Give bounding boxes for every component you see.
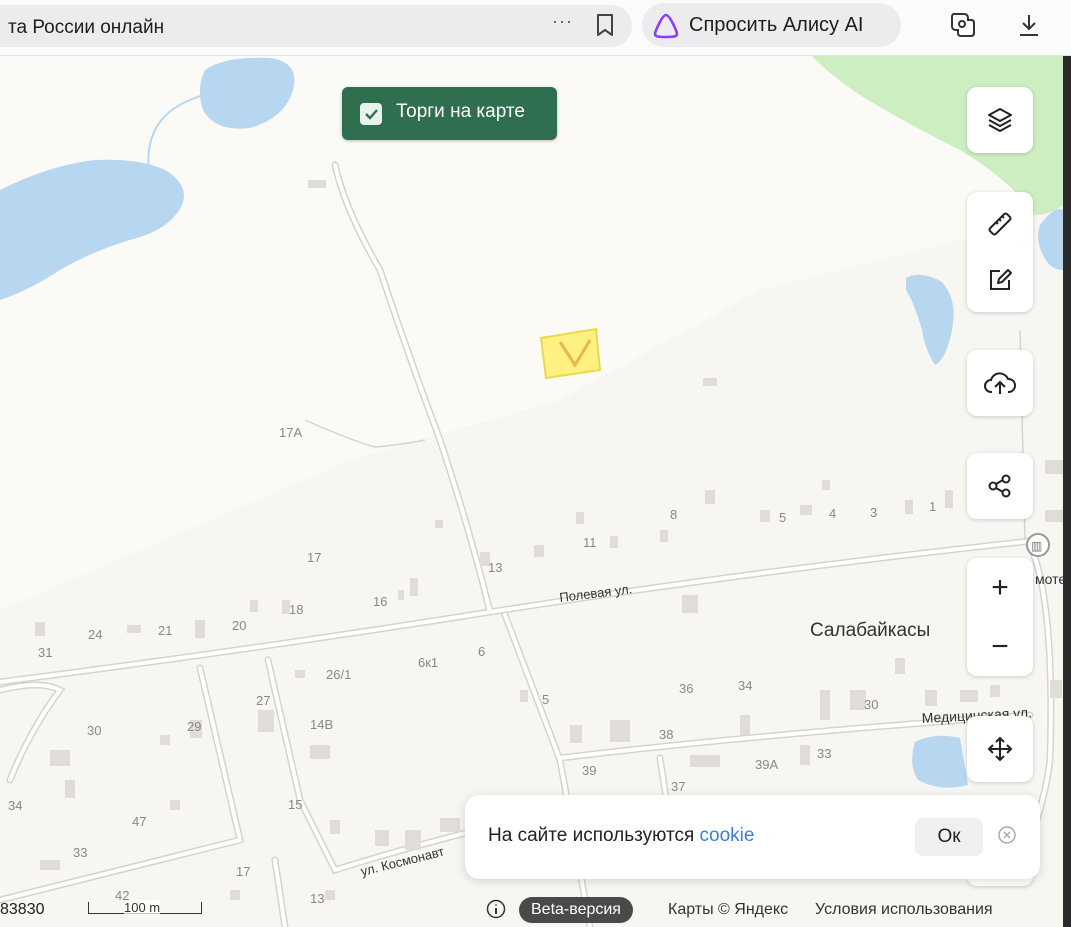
move-control bbox=[967, 716, 1033, 782]
edit-icon bbox=[990, 269, 1012, 290]
house-number: 37 bbox=[671, 779, 685, 794]
cookie-link[interactable]: cookie bbox=[700, 825, 755, 846]
house-number: 39А bbox=[755, 757, 778, 772]
cookie-text-main: На сайте используются bbox=[488, 825, 695, 846]
svg-text:▥: ▥ bbox=[1031, 539, 1042, 553]
house-number: 33 bbox=[73, 845, 87, 860]
scale-label: 100 m bbox=[124, 900, 161, 915]
pond-bottom-right bbox=[912, 735, 968, 788]
torgi-toggle[interactable]: Торги на карте bbox=[342, 87, 557, 140]
extension-icon[interactable] bbox=[948, 10, 978, 40]
upload-button[interactable] bbox=[967, 350, 1033, 416]
move-arrows-icon bbox=[987, 736, 1013, 762]
house-number: 4 bbox=[829, 506, 836, 521]
highlighted-parcel[interactable] bbox=[539, 327, 602, 380]
layers-icon bbox=[988, 108, 1012, 132]
download-icon[interactable] bbox=[1017, 12, 1041, 38]
share-control bbox=[967, 453, 1033, 519]
cookie-text: На сайте используются cookie bbox=[488, 825, 754, 847]
house-number: 3 bbox=[870, 505, 877, 520]
house-number: 6к1 bbox=[418, 655, 438, 670]
ruler-button[interactable] bbox=[967, 196, 1033, 252]
ruler-icon bbox=[988, 212, 1012, 236]
cookie-ok-button[interactable]: Ок bbox=[915, 818, 983, 856]
cloud-upload-icon bbox=[984, 372, 1016, 394]
share-icon bbox=[988, 474, 1011, 498]
edit-button[interactable] bbox=[967, 252, 1033, 308]
house-number: 20 bbox=[232, 618, 246, 633]
house-number: 17 bbox=[307, 550, 321, 565]
house-number: 27 bbox=[256, 693, 270, 708]
house-number: 33 bbox=[817, 746, 831, 761]
house-number: 1 bbox=[929, 499, 936, 514]
house-number: 26/1 bbox=[326, 667, 351, 682]
house-number: 29 bbox=[187, 719, 201, 734]
beta-badge[interactable]: Beta-версия bbox=[519, 897, 633, 923]
window-edge bbox=[1063, 56, 1071, 927]
zoom-in-button[interactable]: + bbox=[967, 558, 1033, 617]
terms-link[interactable]: Условия использования bbox=[815, 901, 993, 919]
browser-toolbar: та России онлайн ··· Спросить Алису AI bbox=[0, 0, 1071, 56]
house-number: 15 bbox=[288, 797, 302, 812]
torgi-label: Торги на карте bbox=[396, 101, 525, 122]
house-number: 16 bbox=[373, 594, 387, 609]
house-number: 31 bbox=[38, 645, 52, 660]
bookmark-icon[interactable] bbox=[595, 13, 615, 37]
house-number: 6 bbox=[478, 644, 485, 659]
cookie-banner: На сайте используются cookie Ок bbox=[465, 795, 1040, 879]
layers-button[interactable] bbox=[967, 87, 1033, 153]
house-number: 5 bbox=[542, 692, 549, 707]
address-bar[interactable]: та России онлайн bbox=[0, 5, 632, 47]
house-number: 34 bbox=[8, 798, 22, 813]
ask-alice-label: Спросить Алису AI bbox=[689, 14, 864, 36]
info-icon[interactable] bbox=[486, 899, 506, 919]
house-number: 21 bbox=[158, 623, 172, 638]
more-options-icon[interactable]: ··· bbox=[552, 11, 573, 32]
house-number: 8 bbox=[670, 507, 677, 522]
house-number: 34 bbox=[738, 678, 752, 693]
coordinate-readout: 83830 bbox=[0, 901, 45, 918]
zoom-control: + − bbox=[967, 558, 1033, 676]
house-number: 24 bbox=[88, 627, 102, 642]
house-number: 14В bbox=[310, 717, 333, 732]
zoom-out-button[interactable]: − bbox=[967, 617, 1033, 676]
ask-alice-button[interactable]: Спросить Алису AI bbox=[642, 3, 901, 47]
house-number: 17 bbox=[236, 864, 250, 879]
house-number: 18 bbox=[289, 602, 303, 617]
house-number: 39 bbox=[582, 763, 596, 778]
house-number: 11 bbox=[583, 535, 597, 550]
copyright-link[interactable]: Карты © Яндекс bbox=[668, 901, 788, 919]
house-number: 47 bbox=[132, 814, 146, 829]
house-number: 38 bbox=[659, 727, 673, 742]
layers-control bbox=[967, 87, 1033, 153]
house-number: 5 bbox=[779, 510, 786, 525]
alice-logo-icon bbox=[653, 13, 679, 39]
torgi-checkbox[interactable] bbox=[360, 103, 382, 125]
street-label-edge: моте bbox=[1035, 571, 1066, 587]
house-number: 30 bbox=[864, 697, 878, 712]
tools-control bbox=[967, 192, 1033, 312]
house-number: 30 bbox=[87, 723, 101, 738]
share-button[interactable] bbox=[967, 453, 1033, 519]
house-number: 17А bbox=[279, 425, 302, 440]
upload-control bbox=[967, 350, 1033, 416]
check-icon bbox=[365, 109, 378, 120]
move-button[interactable] bbox=[967, 716, 1033, 782]
close-icon[interactable] bbox=[997, 825, 1017, 845]
address-bar-text[interactable]: та России онлайн bbox=[8, 17, 164, 39]
settlement-label: Салабайкасы bbox=[810, 620, 930, 641]
house-number: 36 bbox=[679, 681, 693, 696]
house-number: 13 bbox=[488, 560, 502, 575]
